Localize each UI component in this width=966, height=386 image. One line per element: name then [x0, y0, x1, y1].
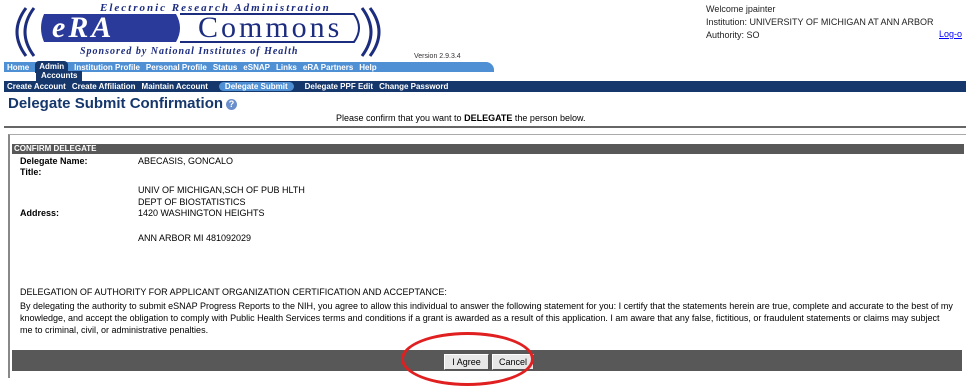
help-icon[interactable]: ?: [226, 98, 238, 110]
subtab-delegate-submit[interactable]: Delegate Submit: [218, 82, 294, 91]
logo-commons-text: Commons: [198, 11, 343, 44]
page-title: Delegate Submit Confirmation?: [8, 95, 238, 112]
institution-text: Institution: UNIVERSITY OF MICHIGAN AT A…: [706, 17, 934, 27]
delegate-name-label: Delegate Name:: [20, 156, 88, 166]
subtab-maintain-account[interactable]: Maintain Account: [139, 82, 211, 91]
welcome-text: Welcome jpainter: [706, 4, 776, 14]
logout-link[interactable]: Log-o: [939, 29, 962, 39]
highlight-circle-annotation: [401, 332, 534, 386]
instruction-text: Please confirm that you want to DELEGATE…: [336, 113, 585, 123]
tab-help[interactable]: Help: [356, 63, 379, 72]
address-label: Address:: [20, 208, 60, 218]
address-line-2: DEPT OF BIOSTATISTICS: [138, 197, 246, 207]
tab-links[interactable]: Links: [273, 63, 300, 72]
tab-esnap[interactable]: eSNAP: [240, 63, 273, 72]
tab-home[interactable]: Home: [4, 63, 32, 72]
confirm-section-header: CONFIRM DELEGATE: [12, 144, 964, 154]
header-divider: [4, 126, 966, 128]
subtab-create-account[interactable]: Create Account: [4, 82, 69, 91]
title-label: Title:: [20, 167, 42, 177]
address-line-1: UNIV OF MICHIGAN,SCH OF PUB HLTH: [138, 185, 305, 195]
admin-sub-accounts[interactable]: Accounts: [36, 71, 83, 81]
instruction-post: the person below.: [512, 113, 586, 123]
tab-status[interactable]: Status: [210, 63, 240, 72]
instruction-pre: Please confirm that you want to: [336, 113, 465, 123]
sub-nav: Create Account Create Affiliation Mainta…: [4, 81, 966, 92]
address-line-4: ANN ARBOR MI 481092029: [138, 233, 252, 243]
subtab-delegate-ppf-edit[interactable]: Delegate PPF Edit: [302, 82, 376, 91]
tab-personal-profile[interactable]: Personal Profile: [143, 63, 210, 72]
subtab-create-affiliation[interactable]: Create Affiliation: [69, 82, 139, 91]
subtab-change-password[interactable]: Change Password: [376, 82, 451, 91]
delegate-name-value: ABECASIS, GONCALO: [138, 156, 234, 166]
logo-era-text: eRA: [52, 11, 115, 44]
authority-text: Authority: SO: [706, 30, 760, 40]
user-info: Welcome jpainter Institution: UNIVERSITY…: [706, 3, 934, 42]
page-title-text: Delegate Submit Confirmation: [8, 95, 224, 112]
delegation-statement: By delegating the authority to submit eS…: [20, 301, 953, 335]
instruction-bold: DELEGATE: [464, 113, 513, 123]
address-line-3: 1420 WASHINGTON HEIGHTS: [138, 208, 265, 218]
delegation-heading: DELEGATION OF AUTHORITY FOR APPLICANT OR…: [20, 287, 447, 297]
tab-era-partners[interactable]: eRA Partners: [300, 63, 356, 72]
era-commons-logo: Electronic Research Administration eRA C…: [8, 2, 398, 62]
logo-sponsor: Sponsored by National Institutes of Heal…: [80, 46, 299, 57]
version-label: Version 2.9.3.4: [414, 53, 461, 60]
